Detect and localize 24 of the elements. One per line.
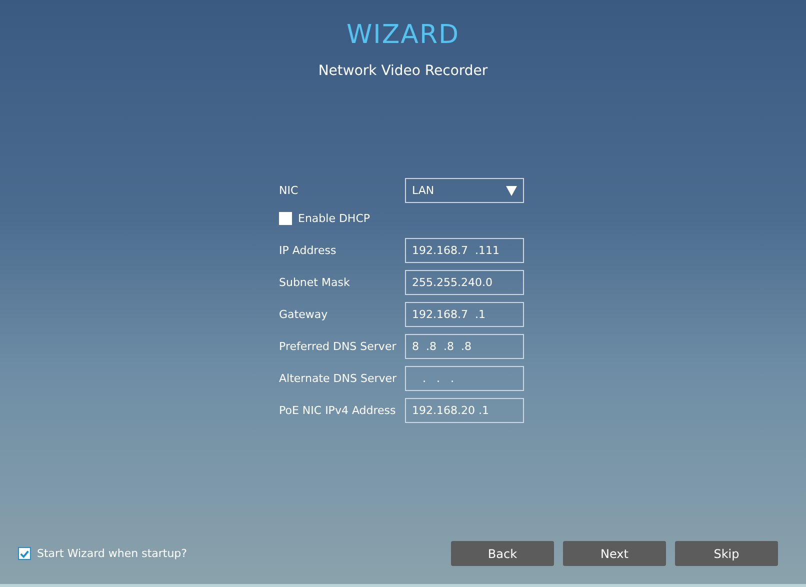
input-field[interactable]: 255.255.240.0 xyxy=(405,270,524,295)
nic-dropdown[interactable]: LAN xyxy=(405,178,524,203)
field-label: IP Address xyxy=(279,244,338,257)
field-label: Alternate DNS Server xyxy=(279,372,398,385)
field-label: PoE NIC IPv4 Address xyxy=(279,404,397,417)
checkbox-label: Enable DHCP xyxy=(298,212,370,224)
checkbox[interactable] xyxy=(279,212,292,224)
caret-icon xyxy=(506,186,517,196)
field-label: NIC xyxy=(279,184,300,197)
wizard-button[interactable]: Back xyxy=(451,541,554,566)
input-field[interactable]: 192.168.7 .111 xyxy=(405,238,524,263)
checkbox-label: Start Wizard when startup? xyxy=(37,547,187,560)
input-field[interactable]: 192.168.20 .1 xyxy=(405,398,524,423)
checkbox[interactable] xyxy=(18,547,31,560)
subtitle: Network Video Recorder xyxy=(318,62,488,80)
input-field[interactable]: 192.168.7 .1 xyxy=(405,302,524,327)
wizard-button[interactable]: Next xyxy=(563,541,666,566)
wizard-button[interactable]: Skip xyxy=(675,541,778,566)
input-field[interactable]: . . . xyxy=(405,366,524,391)
field-label: Preferred DNS Server xyxy=(279,340,398,353)
field-label: Gateway xyxy=(279,308,329,321)
wizard-title: WIZARD xyxy=(346,19,460,51)
field-label: Subnet Mask xyxy=(279,276,351,289)
input-field[interactable]: 8 .8 .8 .8 xyxy=(405,334,524,359)
